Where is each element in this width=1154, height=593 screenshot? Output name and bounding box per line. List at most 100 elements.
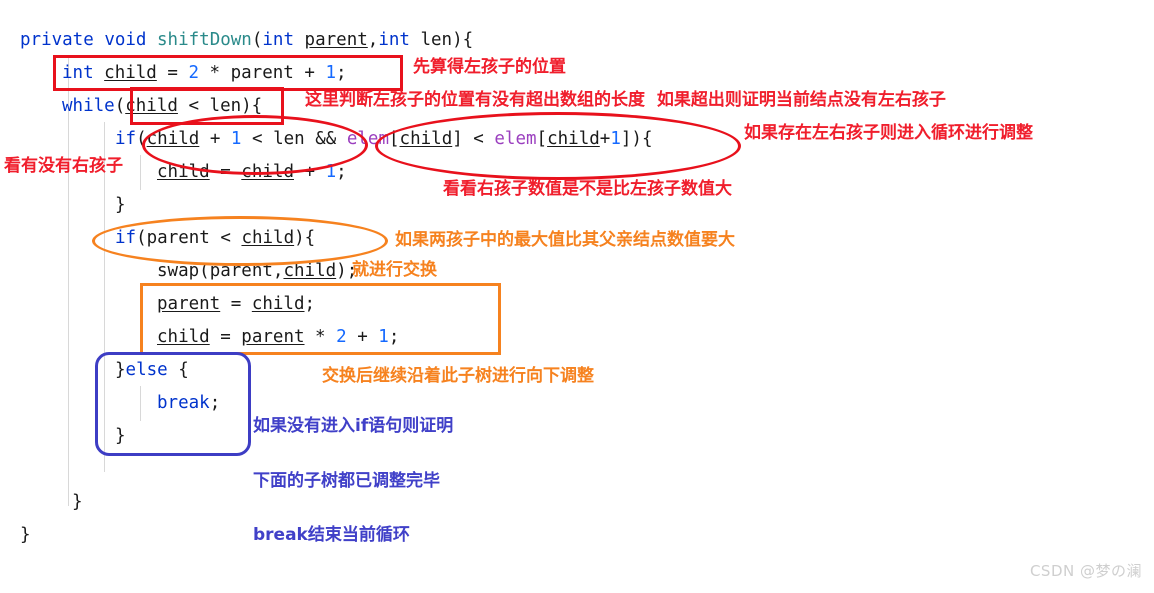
annotation-left-child-position: 先算得左孩子的位置	[413, 57, 566, 77]
code-token: <	[241, 129, 274, 149]
code-line-if-right-child: if(child + 1 < len && elem[child] < elem…	[115, 123, 652, 156]
code-line-break: break;	[157, 387, 220, 420]
code-token: {	[167, 360, 189, 380]
code-token: len	[209, 96, 242, 116]
code-token: =	[209, 162, 242, 182]
code-token: (	[136, 129, 147, 149]
code-token: (	[251, 30, 263, 50]
code-token: while	[62, 96, 115, 116]
code-token: +	[293, 63, 326, 83]
code-token: parent	[241, 327, 305, 347]
annotation-do-swap: 就进行交换	[352, 260, 437, 280]
code-line-signature: private void shiftDown(int parent,int le…	[20, 24, 473, 57]
code-token: ]){	[620, 129, 653, 149]
code-line-declare-child: int child = 2 * parent + 1;	[62, 57, 347, 90]
code-line-close-while: }	[72, 486, 83, 519]
code-token: ,	[272, 261, 284, 281]
code-token: if	[115, 228, 137, 248]
code-token: child	[241, 162, 294, 182]
code-token: =	[220, 294, 252, 314]
code-token: }	[115, 195, 126, 215]
code-token: =	[156, 63, 189, 83]
code-token: child	[547, 129, 600, 149]
code-token: }	[72, 492, 83, 512]
code-token: child	[157, 327, 210, 347]
code-token: (	[199, 261, 210, 281]
code-token: }	[115, 426, 126, 446]
code-token: swap	[157, 261, 200, 281]
annotation-compare-children: 看看右孩子数值是不是比左孩子数值大	[443, 179, 732, 199]
code-token: [	[389, 129, 400, 149]
code-token: int	[378, 30, 410, 50]
indent-guide-3	[140, 155, 141, 190]
code-token: int	[62, 63, 94, 83]
code-token: void	[104, 30, 147, 50]
code-token: private	[20, 30, 94, 50]
code-token: ;	[335, 63, 347, 83]
code-token: &&	[304, 129, 347, 149]
code-token: child	[157, 162, 210, 182]
code-token: +	[199, 129, 231, 149]
code-token: 1	[610, 129, 621, 149]
code-line-swap: swap(parent,child);	[157, 255, 357, 288]
code-token: 1	[325, 162, 337, 182]
code-token: shiftDown	[157, 30, 252, 50]
code-token: }	[20, 525, 31, 545]
code-token: child	[241, 228, 295, 248]
annotation-enter-loop: 如果存在左右孩子则进入循环进行调整	[744, 123, 1033, 143]
code-line-child-eq-parent: child = parent * 2 + 1;	[157, 321, 399, 354]
annotation-max-child-gt-parent: 如果两孩子中的最大值比其父亲结点数值要大	[395, 230, 735, 250]
code-token: +	[599, 129, 611, 149]
code-token: (	[136, 228, 147, 248]
code-token: ;	[388, 327, 400, 347]
code-token: ){	[241, 96, 263, 116]
code-token: parent	[304, 30, 368, 50]
code-token: if	[115, 129, 137, 149]
code-token: ;	[304, 294, 316, 314]
indent-guide-1	[68, 56, 69, 506]
annotation-subtree-done: 下面的子树都已调整完毕	[253, 471, 440, 491]
code-line-while: while(child < len){	[62, 90, 262, 123]
code-token: 2	[188, 63, 199, 83]
code-line-close-else: }	[115, 420, 126, 453]
code-token: 2	[336, 327, 347, 347]
code-editor-surface: private void shiftDown(int parent,int le…	[0, 0, 1154, 593]
code-line-if-parent-less-child: if(parent < child){	[115, 222, 315, 255]
code-token: parent	[157, 294, 221, 314]
code-token: ){	[452, 30, 474, 50]
code-line-close-method: }	[20, 519, 31, 552]
code-token: elem	[494, 129, 537, 149]
code-token: 1	[378, 327, 389, 347]
code-token: (	[114, 96, 126, 116]
code-token: ){	[294, 228, 316, 248]
annotation-has-right-child: 看有没有右孩子	[4, 156, 123, 176]
code-token: 1	[230, 129, 242, 149]
indent-guide-4	[140, 386, 141, 421]
code-token: else	[125, 360, 168, 380]
code-token: ;	[209, 393, 221, 413]
code-token: ,	[367, 30, 379, 50]
code-token: len	[420, 30, 453, 50]
code-token: 1	[325, 63, 336, 83]
code-token: child	[399, 129, 453, 149]
code-token: parent	[209, 261, 273, 281]
annotation-continue-down: 交换后继续沿着此子树进行向下调整	[322, 366, 594, 386]
code-line-close-if-right: }	[115, 189, 126, 222]
code-token: parent	[230, 63, 294, 83]
code-token: elem	[346, 129, 389, 149]
code-token: child	[146, 129, 200, 149]
code-token: ] <	[452, 129, 495, 149]
code-token: *	[304, 327, 337, 347]
code-token: +	[346, 327, 379, 347]
code-line-else: }else {	[115, 354, 189, 387]
annotation-no-if-entered: 如果没有进入if语句则证明	[253, 416, 454, 436]
code-token: <	[209, 228, 242, 248]
csdn-watermark: CSDN @梦の澜	[1029, 562, 1142, 580]
code-token: <	[177, 96, 210, 116]
code-token: int	[262, 30, 294, 50]
